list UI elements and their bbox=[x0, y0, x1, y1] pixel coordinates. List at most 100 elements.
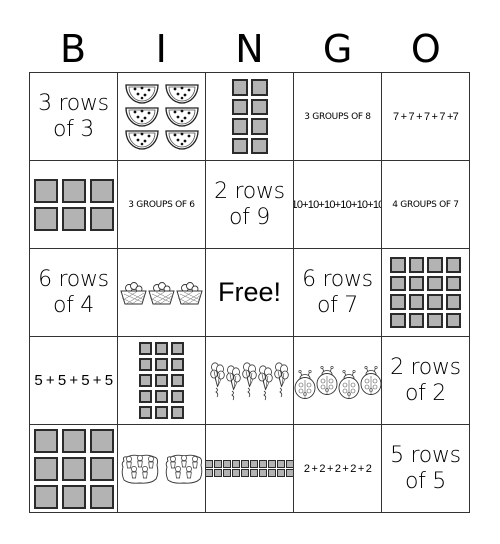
balloon-bunch-icon bbox=[226, 364, 241, 404]
array-square bbox=[286, 469, 293, 477]
array-square bbox=[241, 469, 249, 477]
bingo-cell-r2-c2[interactable]: 3 GROUPS OF 6 bbox=[118, 161, 206, 249]
bingo-cell-r5-c2[interactable] bbox=[118, 425, 206, 513]
bingo-cell-r4-c1[interactable]: 5 + 5 + 5 + 5 bbox=[30, 337, 118, 425]
array-square bbox=[408, 275, 424, 291]
balloon-bunch-icon bbox=[210, 361, 225, 401]
ladybug-icon bbox=[338, 369, 360, 400]
array-square bbox=[139, 374, 152, 387]
bingo-cell-r4-c5[interactable]: 2 rows of 2 bbox=[382, 337, 470, 425]
array-square bbox=[268, 469, 276, 477]
bingo-cell-r1-c4[interactable]: 3 GROUPS OF 8 bbox=[294, 73, 382, 161]
cell-text: 2 rows of 2 bbox=[390, 354, 461, 406]
array-square bbox=[259, 469, 267, 477]
array-square bbox=[171, 390, 184, 403]
bingo-cell-r3-c5[interactable] bbox=[382, 249, 470, 337]
bingo-cell-r2-c1[interactable] bbox=[30, 161, 118, 249]
watermelon-slice-icon bbox=[164, 129, 199, 151]
array-square bbox=[206, 469, 213, 477]
array-square bbox=[251, 118, 268, 135]
cell-groups-text: 4 GROUPS OF 7 bbox=[392, 199, 459, 210]
bingo-cell-r3-c2[interactable] bbox=[118, 249, 206, 337]
header-letter-n: N bbox=[235, 27, 264, 71]
array-square bbox=[171, 374, 184, 387]
cell-addition-text: 2 + 2 + 2 + 2 + 2 bbox=[303, 462, 372, 475]
square-array bbox=[206, 460, 293, 477]
ladybug-icon bbox=[294, 369, 316, 400]
watermelon-slice-icon bbox=[164, 106, 199, 128]
bingo-cell-r1-c3[interactable] bbox=[206, 73, 294, 161]
bingo-card-grid: 3 rows of 3 3 GROUPS OF 8 7 + 7 + 7 + 7 +7… bbox=[29, 72, 470, 513]
bingo-cell-r5-c5[interactable]: 5 rows of 5 bbox=[382, 425, 470, 513]
ladybug-icon bbox=[360, 365, 382, 396]
array-square bbox=[171, 406, 184, 419]
array-square bbox=[155, 358, 168, 371]
bingo-cell-r3-c4[interactable]: 6 rows of 7 bbox=[294, 249, 382, 337]
array-square bbox=[89, 456, 114, 481]
array-square bbox=[232, 469, 240, 477]
array-square bbox=[231, 118, 248, 135]
array-square bbox=[171, 342, 184, 355]
cell-text: 6 rows of 7 bbox=[302, 266, 373, 318]
array-square bbox=[33, 206, 58, 231]
array-square bbox=[139, 342, 152, 355]
header-letter-o: O bbox=[410, 27, 441, 71]
array-square bbox=[408, 257, 424, 273]
array-square bbox=[171, 358, 184, 371]
bingo-cell-r2-c3[interactable]: 2 rows of 9 bbox=[206, 161, 294, 249]
array-square bbox=[251, 98, 268, 115]
array-square bbox=[241, 460, 249, 468]
fruit-basket-icon bbox=[120, 280, 147, 306]
balloon-bunch-icon bbox=[258, 364, 273, 404]
array-square bbox=[33, 178, 58, 203]
watermelon-slice-icon bbox=[124, 106, 159, 128]
bingo-cell-r1-c5[interactable]: 7 + 7 + 7 + 7 +7 bbox=[382, 73, 470, 161]
array-square bbox=[390, 312, 406, 328]
array-square bbox=[427, 257, 443, 273]
square-array bbox=[33, 428, 114, 509]
array-square bbox=[155, 406, 168, 419]
cell-text: 3 rows of 3 bbox=[38, 90, 109, 142]
picture-group bbox=[120, 280, 203, 306]
bingo-cell-r2-c4[interactable]: 10+10+10+10+10+10 bbox=[294, 161, 382, 249]
fruit-basket-icon bbox=[176, 280, 203, 306]
bingo-cell-r3-c3[interactable]: Free! bbox=[206, 249, 294, 337]
array-square bbox=[408, 294, 424, 310]
bingo-cell-r3-c1[interactable]: 6 rows of 4 bbox=[30, 249, 118, 337]
watermelon-slice-icon bbox=[164, 83, 199, 105]
header-letter-b: B bbox=[60, 27, 87, 71]
array-square bbox=[61, 428, 86, 453]
array-square bbox=[89, 178, 114, 203]
array-square bbox=[277, 460, 285, 468]
fruit-basket-icon bbox=[148, 280, 175, 306]
bingo-cell-r5-c4[interactable]: 2 + 2 + 2 + 2 + 2 bbox=[294, 425, 382, 513]
array-square bbox=[61, 484, 86, 509]
watermelon-slice-icon bbox=[124, 129, 159, 151]
bingo-cell-r2-c5[interactable]: 4 GROUPS OF 7 bbox=[382, 161, 470, 249]
array-square bbox=[214, 469, 222, 477]
watermelon-slice-icon bbox=[124, 83, 159, 105]
balloon-bunch-icon bbox=[242, 361, 257, 401]
cell-groups-text: 3 GROUPS OF 8 bbox=[304, 111, 371, 122]
bingo-cell-r4-c4[interactable] bbox=[294, 337, 382, 425]
picture-group bbox=[124, 83, 200, 151]
bingo-cell-r1-c1[interactable]: 3 rows of 3 bbox=[30, 73, 118, 161]
array-square bbox=[259, 460, 267, 468]
bingo-cell-r4-c2[interactable] bbox=[118, 337, 206, 425]
bingo-header: B I N G O bbox=[29, 26, 470, 72]
array-square bbox=[206, 460, 213, 468]
picture-group bbox=[210, 358, 289, 404]
bingo-cell-r4-c3[interactable] bbox=[206, 337, 294, 425]
bingo-cell-r1-c2[interactable] bbox=[118, 73, 206, 161]
array-square bbox=[231, 137, 248, 154]
array-square bbox=[232, 460, 240, 468]
array-square bbox=[390, 257, 406, 273]
bingo-cell-r5-c3[interactable] bbox=[206, 425, 294, 513]
array-square bbox=[251, 137, 268, 154]
array-square bbox=[427, 294, 443, 310]
cell-groups-text: 3 GROUPS OF 6 bbox=[128, 199, 195, 210]
square-array bbox=[33, 178, 114, 231]
header-letter-g: G bbox=[322, 27, 353, 71]
bingo-cell-r5-c1[interactable] bbox=[30, 425, 118, 513]
array-square bbox=[445, 275, 461, 291]
